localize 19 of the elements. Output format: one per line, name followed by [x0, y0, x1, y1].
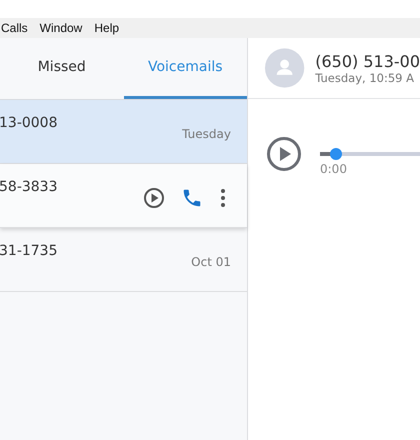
play-icon[interactable] — [143, 186, 165, 208]
avatar-icon — [264, 47, 306, 89]
phone-number: 58-3833 — [0, 179, 58, 197]
tab[interactable]: Missed — [0, 38, 124, 99]
play-icon[interactable] — [266, 136, 302, 172]
voicemail-date: Tuesday — [182, 126, 231, 140]
voicemail-row[interactable]: 13-0008 Tuesday — [0, 100, 247, 164]
caller-number: (650) 513-00 — [315, 52, 420, 70]
menu-item[interactable]: Help — [94, 21, 120, 35]
voicemail-date: Oct 01 — [191, 254, 231, 268]
phone-number: 13-0008 — [0, 115, 58, 133]
elapsed-time: 0:00 — [320, 162, 348, 176]
more-icon[interactable] — [219, 186, 227, 208]
voicemail-row[interactable]: 58-3833 — [0, 164, 247, 228]
menu-item[interactable]: Window — [40, 21, 82, 35]
phone-number: 31-1735 — [0, 243, 58, 261]
menu-item[interactable]: Calls — [1, 21, 28, 35]
voicemail-row[interactable]: 31-1735 Oct 01 — [0, 228, 247, 292]
call-time: Tuesday, 10:59 A — [315, 70, 415, 84]
